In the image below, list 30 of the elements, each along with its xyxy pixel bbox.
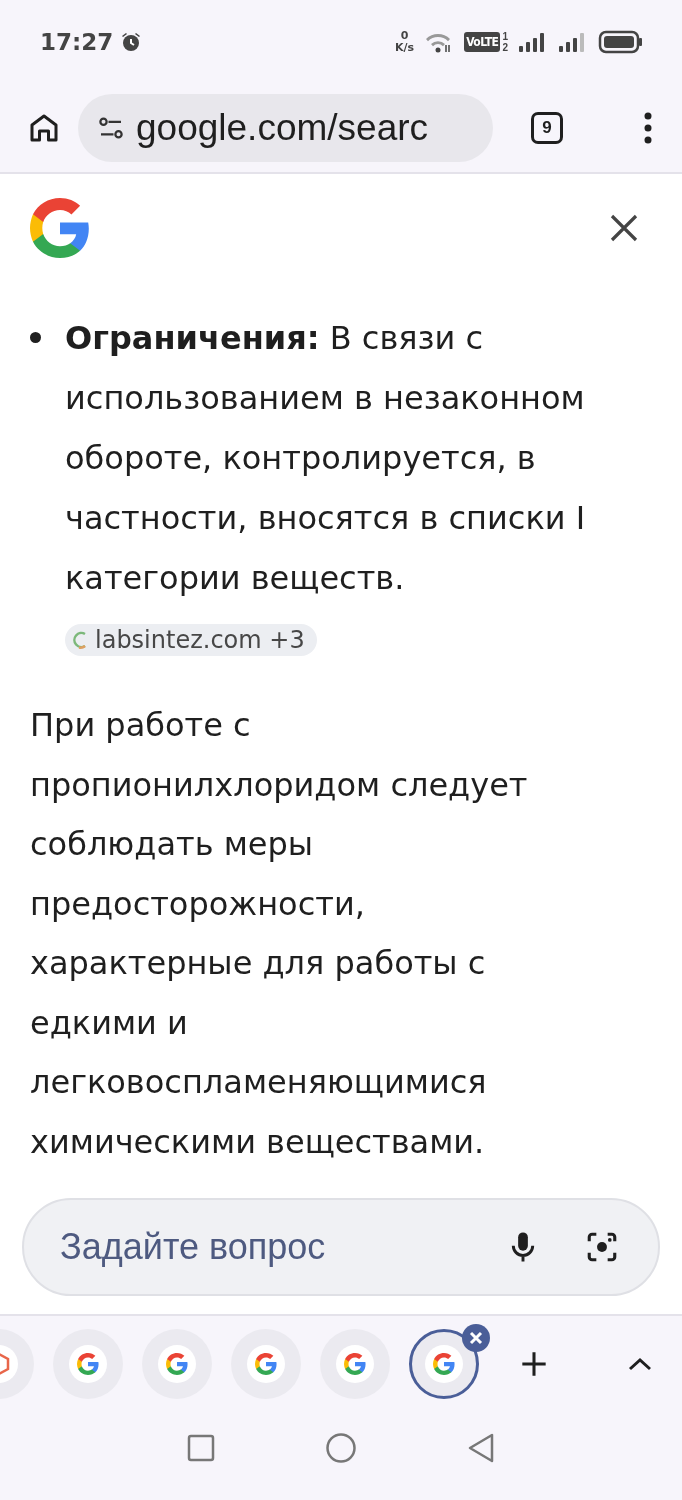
close-tab-icon[interactable] [461, 1323, 491, 1353]
answer-paragraph: При работе с пропионилхлоридом следует соблюдать меры предосторожности, характерные для работы с едкими и легковоспламеняющимися химическими веществами. [30, 705, 529, 1163]
google-logo-icon [77, 1353, 99, 1375]
network-speed-value: 0 [400, 30, 409, 42]
google-logo-icon [30, 198, 90, 258]
clock-time: 17:27 [40, 29, 114, 55]
volte-badge: VoLTE [464, 32, 501, 52]
question-field[interactable]: Задайте вопрос [22, 1198, 660, 1296]
chevron-up-icon[interactable] [627, 1356, 653, 1372]
google-logo-icon [433, 1353, 455, 1375]
tab-count-button[interactable]: 9 [531, 112, 563, 144]
battery-icon [598, 30, 644, 54]
menu-icon[interactable] [642, 111, 654, 145]
google-logo-icon [344, 1353, 366, 1375]
close-icon[interactable] [608, 212, 640, 244]
question-input[interactable]: Задайте вопрос [60, 1217, 462, 1277]
url-text: google.com/searc [136, 107, 429, 149]
bullet-icon [30, 332, 41, 343]
triangle-icon[interactable] [467, 1432, 495, 1464]
plus-icon[interactable] [520, 1350, 548, 1378]
google-logo-icon [166, 1353, 188, 1375]
sim-label: 2 [502, 42, 508, 53]
answer-text: Ограничения: В связи с использованием в незаконном обороте, контролируется, в частности, вносятся в списки I категории веществ. labsintez.com +3 [65, 318, 587, 658]
google-logo-icon [255, 1353, 277, 1375]
circle-icon[interactable] [325, 1432, 357, 1464]
square-icon[interactable] [187, 1434, 215, 1462]
address-field[interactable]: google.com/searc [78, 94, 493, 162]
source-chip[interactable]: labsintez.com +3 [65, 624, 317, 656]
sim-label: 1 [502, 31, 508, 42]
network-speed-unit: K/s [395, 42, 415, 54]
